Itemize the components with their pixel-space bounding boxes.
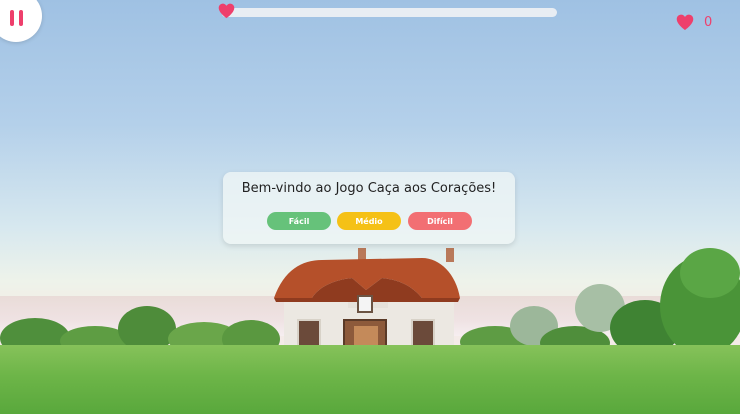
dialog-title: Bem-vindo ao Jogo Caça aos Corações!	[241, 181, 497, 196]
hearts-count: 0	[704, 14, 713, 30]
hearts-counter: 0	[676, 12, 712, 32]
heart-icon	[676, 14, 694, 30]
pause-icon	[10, 10, 14, 26]
easy-button[interactable]: Fácil	[267, 212, 331, 230]
heart-icon	[218, 3, 235, 19]
pause-icon	[19, 10, 23, 26]
hard-button[interactable]: Difícil	[408, 212, 472, 230]
medium-button[interactable]: Médio	[337, 212, 401, 230]
grass-field	[0, 345, 740, 414]
bush	[680, 248, 740, 298]
progress-bar	[222, 8, 557, 17]
welcome-dialog: Bem-vindo ao Jogo Caça aos Corações! Fác…	[223, 172, 515, 244]
